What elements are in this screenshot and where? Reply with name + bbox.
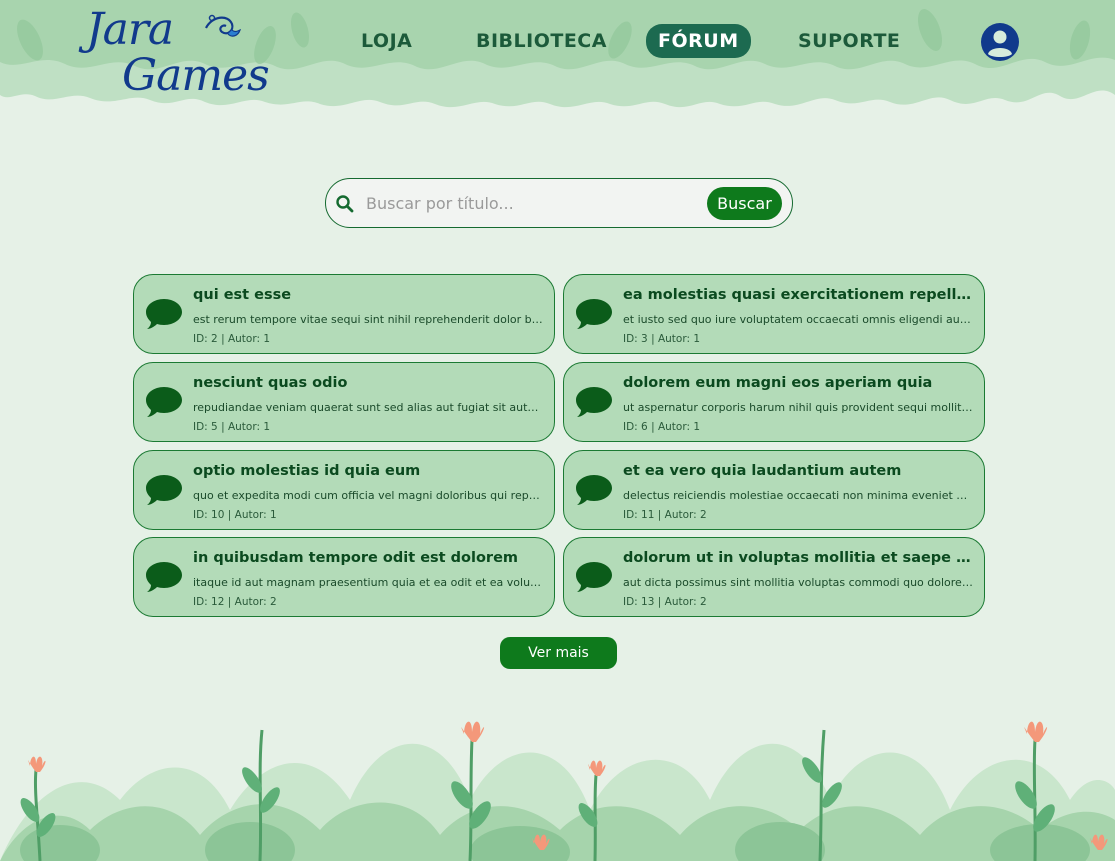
nav-biblioteca[interactable]: BIBLIOTECA — [476, 24, 607, 58]
search-bar: Buscar — [325, 178, 793, 228]
chat-bubble-icon — [576, 299, 612, 329]
jara-games-logo[interactable]: Jara Games — [84, 4, 270, 106]
post-meta: ID: 3 | Autor: 1 — [623, 333, 701, 345]
logo-line2: Games — [122, 50, 270, 101]
post-title: qui est esse — [193, 287, 292, 303]
post-title: nesciunt quas odio — [193, 375, 348, 391]
post-meta: ID: 2 | Autor: 1 — [193, 333, 271, 345]
post-excerpt: quo et expedita modi cum officia vel mag… — [193, 489, 543, 502]
post-card[interactable]: et ea vero quia laudantium autem delectu… — [563, 450, 985, 530]
post-card[interactable]: nesciunt quas odio repudiandae veniam qu… — [133, 362, 555, 442]
nav-loja[interactable]: LOJA — [361, 24, 412, 58]
post-excerpt: repudiandae veniam quaerat sunt sed alia… — [193, 401, 543, 414]
mermaid-tail-icon — [205, 14, 242, 37]
post-title: dolorem eum magni eos aperiam quia — [623, 375, 933, 391]
chat-bubble-icon — [146, 299, 182, 329]
nav-suporte[interactable]: SUPORTE — [798, 24, 900, 58]
post-excerpt: delectus reiciendis molestiae occaecati … — [623, 489, 973, 502]
post-excerpt: et iusto sed quo iure voluptatem occaeca… — [623, 313, 973, 326]
user-circle-icon[interactable] — [980, 22, 1020, 62]
post-meta: ID: 12 | Autor: 2 — [193, 596, 277, 608]
post-meta: ID: 10 | Autor: 1 — [193, 509, 277, 521]
post-card[interactable]: dolorem eum magni eos aperiam quia ut as… — [563, 362, 985, 442]
post-excerpt: ut aspernatur corporis harum nihil quis … — [623, 401, 973, 414]
chat-bubble-icon — [576, 475, 612, 505]
post-title: et ea vero quia laudantium autem — [623, 463, 902, 479]
logo-line1: Jara — [86, 4, 174, 55]
nav-forum[interactable]: FÓRUM — [646, 24, 751, 58]
search-button[interactable]: Buscar — [707, 187, 782, 220]
post-card[interactable]: optio molestias id quia eum quo et exped… — [133, 450, 555, 530]
site-header: Jara Games LOJA BIBLIOTECA FÓRUM SUPORTE — [0, 0, 1115, 110]
chat-bubble-icon — [146, 562, 182, 592]
post-title: ea molestias quasi exercitationem repell… — [623, 287, 975, 303]
post-card[interactable]: ea molestias quasi exercitationem repell… — [563, 274, 985, 354]
post-excerpt: est rerum tempore vitae sequi sint nihil… — [193, 313, 543, 326]
post-meta: ID: 11 | Autor: 2 — [623, 509, 707, 521]
post-title: dolorum ut in voluptas mollitia et saepe… — [623, 550, 975, 566]
search-icon — [336, 195, 354, 213]
post-title: in quibusdam tempore odit est dolorem — [193, 550, 519, 566]
post-title: optio molestias id quia eum — [193, 463, 421, 479]
post-card[interactable]: dolorum ut in voluptas mollitia et saepe… — [563, 537, 985, 617]
posts-grid: qui est esse est rerum tempore vitae seq… — [133, 274, 985, 618]
post-meta: ID: 5 | Autor: 1 — [193, 421, 271, 433]
post-card[interactable]: in quibusdam tempore odit est dolorem it… — [133, 537, 555, 617]
chat-bubble-icon — [576, 562, 612, 592]
chat-bubble-icon — [576, 387, 612, 417]
chat-bubble-icon — [146, 475, 182, 505]
see-more-button[interactable]: Ver mais — [500, 637, 617, 669]
search-input[interactable] — [366, 188, 696, 218]
post-card[interactable]: qui est esse est rerum tempore vitae seq… — [133, 274, 555, 354]
post-meta: ID: 6 | Autor: 1 — [623, 421, 701, 433]
post-meta: ID: 13 | Autor: 2 — [623, 596, 707, 608]
post-excerpt: aut dicta possimus sint mollitia volupta… — [623, 576, 973, 589]
post-excerpt: itaque id aut magnam praesentium quia et… — [193, 576, 543, 589]
chat-bubble-icon — [146, 387, 182, 417]
footer-foliage — [0, 721, 1115, 861]
